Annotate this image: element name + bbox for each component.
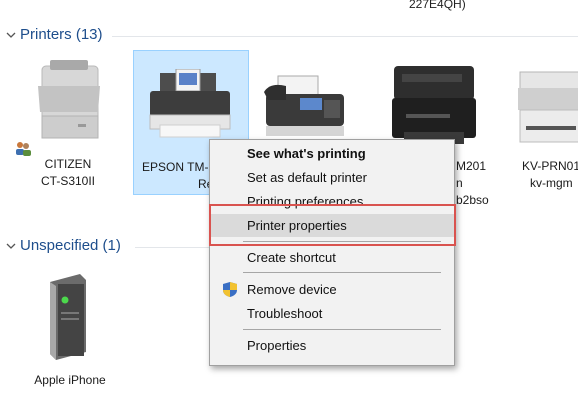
menu-item-printer-properties[interactable]: Printer properties	[210, 214, 454, 237]
device-label-line2: CT-S310II	[40, 174, 96, 188]
printer-icon	[149, 69, 231, 138]
chevron-down-icon[interactable]	[4, 239, 18, 253]
menu-item-properties[interactable]: Properties	[210, 334, 454, 357]
generic-device-icon	[50, 274, 86, 360]
truncated-device-label: 227E4QH)	[409, 0, 466, 11]
receipt-printer-icon	[38, 60, 100, 139]
device-label-line1: KV-PRN01	[522, 159, 578, 173]
device-label-line2: n	[456, 176, 463, 190]
users-icon	[16, 142, 31, 156]
menu-separator	[243, 241, 441, 242]
context-menu: See what's printing Set as default print…	[209, 139, 455, 366]
device-label-line3: b2bso	[456, 193, 489, 207]
device-label-line2: kv-mgm	[530, 176, 573, 190]
chevron-down-icon[interactable]	[4, 28, 18, 42]
menu-item-create-shortcut[interactable]: Create shortcut	[210, 246, 454, 269]
device-label-line1: CITIZEN	[44, 157, 92, 171]
group-header-unspecified[interactable]: Unspecified (1)	[4, 237, 121, 254]
device-kv-prn[interactable]: KV-PRN01 kv-mgm	[508, 50, 578, 210]
group-title: Printers (13)	[20, 26, 103, 43]
device-label-line1: Apple iPhone	[34, 373, 106, 387]
fax-machine-icon[interactable]	[260, 72, 350, 142]
menu-item-see-whats-printing[interactable]: See what's printing	[210, 142, 454, 165]
menu-separator	[243, 329, 441, 330]
device-citizen[interactable]: CITIZEN CT-S310II	[16, 52, 118, 192]
group-title: Unspecified (1)	[20, 237, 121, 254]
menu-item-set-default-printer[interactable]: Set as default printer	[210, 166, 454, 189]
menu-item-printing-preferences[interactable]: Printing preferences	[210, 190, 454, 213]
mfp-printer-icon	[518, 71, 578, 143]
uac-shield-icon	[223, 282, 237, 297]
menu-item-remove-device[interactable]: Remove device	[210, 278, 454, 301]
device-label-line1: M201	[456, 159, 487, 173]
group-header-printers[interactable]: Printers (13)	[4, 26, 103, 43]
device-apple-iphone[interactable]: Apple iPhone	[20, 272, 120, 392]
menu-separator	[243, 272, 441, 273]
menu-item-troubleshoot[interactable]: Troubleshoot	[210, 302, 454, 325]
